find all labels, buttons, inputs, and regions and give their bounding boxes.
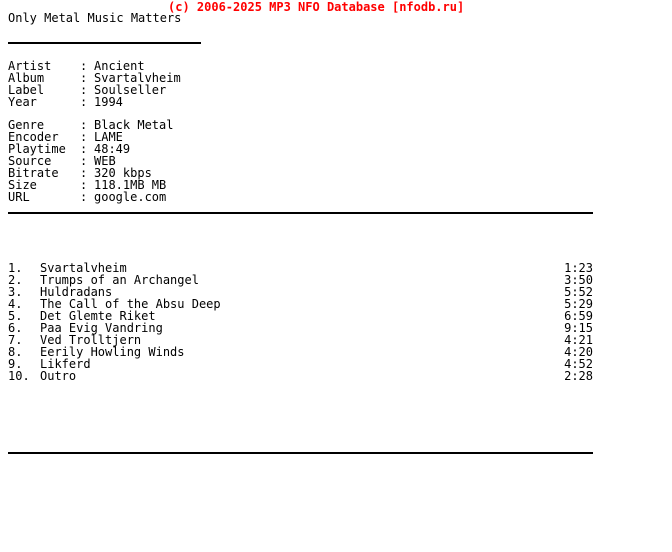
site-slogan: Only Metal Music Matters — [8, 11, 182, 25]
nfo-document: (c) 2006-2025 MP3 NFO Database [nfodb.ru… — [0, 0, 672, 552]
meta-label: URL — [8, 190, 30, 204]
release-info-primary: Artist: Ancient Album: Svartalvheim Label: So… — [8, 60, 181, 108]
meta-value: google.com — [94, 190, 167, 204]
meta-label: Year — [8, 95, 37, 109]
meta-value: 1994 — [94, 95, 123, 109]
track-number: 10. — [8, 369, 30, 383]
copyright-banner: (c) 2006-2025 MP3 NFO Database [nfodb.ru… — [168, 0, 465, 14]
track-row: 10. Outro 2:28 — [8, 370, 593, 382]
meta-row: Year:1994 — [8, 96, 181, 108]
release-info-technical: Genre: Black Metal Encoder: LAME Playtime:48… — [8, 119, 173, 203]
meta-row: URL: google.com — [8, 191, 173, 203]
divider-tracklist-bottom — [8, 452, 593, 454]
track-duration: 2:28 — [564, 369, 593, 383]
tracklist: 1. Svartalvheim 1:23 2. Trumps of an Archang… — [8, 262, 593, 382]
divider-tracklist-top — [8, 212, 593, 214]
track-row: 9. Likferd 4:52 — [8, 358, 593, 370]
track-title: Outro — [40, 369, 77, 383]
divider-header — [8, 42, 201, 44]
meta-separator: : — [80, 190, 88, 204]
track-row: 8. Eerily Howling Winds 4:20 — [8, 346, 593, 358]
meta-separator: : — [80, 95, 88, 109]
